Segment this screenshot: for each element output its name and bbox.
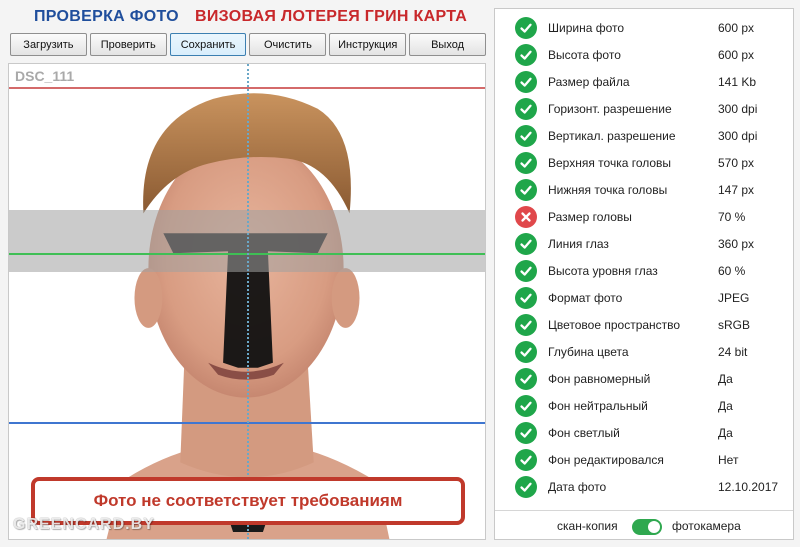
check-ok-icon bbox=[515, 313, 537, 336]
photo-preview: DSC_111 Фото не соответствует требования… bbox=[8, 63, 486, 540]
toolbar: Загрузить Проверить Сохранить Очистить И… bbox=[10, 33, 486, 57]
source-footer: скан-копия фотокамера bbox=[495, 510, 793, 541]
check-label: Глубина цвета bbox=[548, 344, 629, 359]
check-label: Цветовое пространство bbox=[548, 317, 681, 332]
check-value: JPEG bbox=[718, 290, 750, 305]
check-row: Ширина фото 600 px bbox=[495, 14, 793, 41]
check-ok-icon bbox=[515, 394, 537, 417]
check-ok-icon bbox=[515, 340, 537, 363]
app-header: ПРОВЕРКА ФОТО ВИЗОВАЯ ЛОТЕРЕЯ ГРИН КАРТА bbox=[0, 0, 490, 34]
check-label: Формат фото bbox=[548, 290, 623, 305]
check-row: Фон светлый Да bbox=[495, 419, 793, 446]
check-label: Размер головы bbox=[548, 209, 632, 224]
check-label: Горизонт. разрешение bbox=[548, 101, 672, 116]
check-value: 24 bit bbox=[718, 344, 748, 359]
check-row: Горизонт. разрешение 300 dpi bbox=[495, 95, 793, 122]
check-row: Размер головы 70 % bbox=[495, 203, 793, 230]
check-ok-icon bbox=[515, 448, 537, 471]
check-row: Фон редактировался Нет bbox=[495, 446, 793, 473]
check-row: Вертикал. разрешение 300 dpi bbox=[495, 122, 793, 149]
check-ok-icon bbox=[515, 16, 537, 39]
check-ok-icon bbox=[515, 97, 537, 120]
check-row: Глубина цвета 24 bit bbox=[495, 338, 793, 365]
check-row: Формат фото JPEG bbox=[495, 284, 793, 311]
check-ok-icon bbox=[515, 124, 537, 147]
results-panel: Ширина фото 600 px Высота фото 600 px Размер… bbox=[494, 8, 794, 540]
check-value: 147 px bbox=[718, 182, 755, 197]
source-toggle[interactable] bbox=[632, 519, 662, 535]
clear-button[interactable]: Очистить bbox=[249, 33, 327, 56]
check-error-icon bbox=[515, 205, 537, 228]
check-ok-icon bbox=[515, 475, 537, 498]
check-value: 600 px bbox=[718, 20, 755, 35]
check-ok-icon bbox=[515, 178, 537, 201]
check-value: 60 % bbox=[718, 263, 746, 278]
check-label: Ширина фото bbox=[548, 20, 625, 35]
check-row: Высота фото 600 px bbox=[495, 41, 793, 68]
check-value: Да bbox=[718, 371, 733, 386]
check-label: Фон нейтральный bbox=[548, 398, 648, 413]
check-label: Нижняя точка головы bbox=[548, 182, 668, 197]
check-ok-icon bbox=[515, 43, 537, 66]
camera-label: фотокамера bbox=[672, 519, 741, 533]
instructions-button[interactable]: Инструкция bbox=[329, 33, 407, 56]
check-value: sRGB bbox=[718, 317, 751, 332]
check-ok-icon bbox=[515, 259, 537, 282]
check-row: Дата фото 12.10.2017 bbox=[495, 473, 793, 500]
exit-button[interactable]: Выход bbox=[409, 33, 486, 56]
check-row: Размер файла 141 Kb bbox=[495, 68, 793, 95]
check-row: Фон равномерный Да bbox=[495, 365, 793, 392]
center-guide-line bbox=[247, 64, 249, 539]
check-value: 12.10.2017 bbox=[718, 479, 779, 494]
check-value: 300 dpi bbox=[718, 101, 758, 116]
check-ok-icon bbox=[515, 70, 537, 93]
check-value: 360 px bbox=[718, 236, 755, 251]
check-row: Нижняя точка головы 147 px bbox=[495, 176, 793, 203]
check-label: Размер файла bbox=[548, 74, 630, 89]
load-button[interactable]: Загрузить bbox=[10, 33, 87, 56]
toggle-knob bbox=[648, 521, 660, 533]
check-row: Верхняя точка головы 570 px bbox=[495, 149, 793, 176]
check-label: Линия глаз bbox=[548, 236, 609, 251]
check-label: Дата фото bbox=[548, 479, 607, 494]
check-value: Да bbox=[718, 398, 733, 413]
check-value: 141 Kb bbox=[718, 74, 757, 89]
check-value: 600 px bbox=[718, 47, 755, 62]
check-row: Линия глаз 360 px bbox=[495, 230, 793, 257]
check-label: Вертикал. разрешение bbox=[548, 128, 676, 143]
check-row: Фон нейтральный Да bbox=[495, 392, 793, 419]
check-label: Высота уровня глаз bbox=[548, 263, 658, 278]
file-name: DSC_111 bbox=[15, 68, 75, 84]
check-row: Цветовое пространство sRGB bbox=[495, 311, 793, 338]
check-ok-icon bbox=[515, 286, 537, 309]
check-value: Нет bbox=[718, 452, 739, 467]
scan-copy-label: скан-копия bbox=[557, 519, 618, 533]
check-button[interactable]: Проверить bbox=[89, 33, 167, 56]
check-value: 70 % bbox=[718, 209, 746, 224]
check-ok-icon bbox=[515, 151, 537, 174]
check-label: Фон редактировался bbox=[548, 452, 664, 467]
watermark: GREENCARD.BY bbox=[13, 516, 155, 533]
check-value: 300 dpi bbox=[718, 128, 758, 143]
check-row: Высота уровня глаз 60 % bbox=[495, 257, 793, 284]
check-label: Фон светлый bbox=[548, 425, 620, 440]
check-ok-icon bbox=[515, 232, 537, 255]
check-value: 570 px bbox=[718, 155, 755, 170]
app-title: ПРОВЕРКА ФОТО bbox=[34, 8, 179, 25]
check-label: Верхняя точка головы bbox=[548, 155, 672, 170]
check-ok-icon bbox=[515, 367, 537, 390]
check-label: Высота фото bbox=[548, 47, 621, 62]
save-button[interactable]: Сохранить bbox=[169, 33, 247, 56]
app-subtitle: ВИЗОВАЯ ЛОТЕРЕЯ ГРИН КАРТА bbox=[195, 8, 468, 25]
check-ok-icon bbox=[515, 421, 537, 444]
check-label: Фон равномерный bbox=[548, 371, 651, 386]
check-value: Да bbox=[718, 425, 733, 440]
